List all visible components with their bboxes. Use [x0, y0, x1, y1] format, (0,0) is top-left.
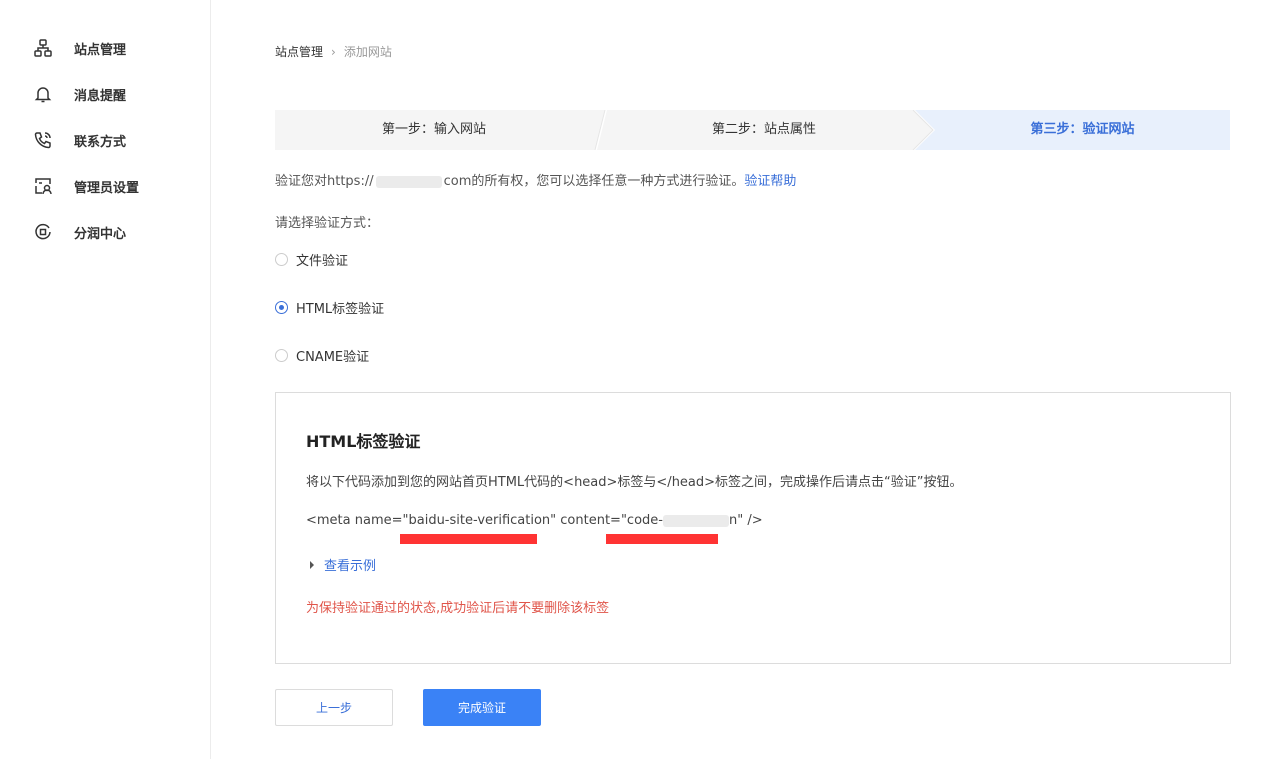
code-prefix: <meta name="baidu-site-verification" con… [306, 513, 663, 528]
verification-panel: HTML标签验证 将以下代码添加到您的网站首页HTML代码的<head>标签与<… [275, 392, 1231, 664]
verification-help-link[interactable]: 验证帮助 [744, 174, 796, 189]
method-label: CNAME验证 [296, 350, 370, 365]
radio-button-selected[interactable] [275, 301, 288, 314]
admin-user-icon [32, 175, 54, 197]
masked-code [662, 514, 729, 527]
breadcrumb: 站点管理 › 添加网站 [275, 43, 392, 60]
caret-right-icon [310, 560, 314, 569]
main-content: 站点管理 › 添加网站 第一步：输入网站 第二步：站点属性 第三步：验证网站 验… [211, 0, 1279, 759]
sidebar-item-revenue-center[interactable]: 分润中心 [32, 220, 126, 244]
step-indicator: 第一步：输入网站 第二步：站点属性 第三步：验证网站 [275, 110, 1230, 150]
step-3-active: 第三步：验证网站 [1030, 122, 1135, 137]
description-prefix: 验证您对https:// [275, 174, 374, 189]
radio-button[interactable] [275, 253, 288, 266]
panel-title: HTML标签验证 [306, 432, 421, 451]
method-label: 文件验证 [296, 254, 349, 269]
sidebar-item-label: 站点管理 [74, 42, 127, 58]
breadcrumb-current: 添加网站 [343, 45, 392, 59]
complete-verification-button[interactable]: 完成验证 [423, 689, 541, 726]
view-example-link[interactable]: 查看示例 [324, 555, 376, 574]
ownership-description: 验证您对https:// com的所有权，您可以选择任意一种方式进行验证。验证帮助 [275, 170, 796, 189]
phone-icon [32, 129, 54, 151]
step-1: 第一步：输入网站 [381, 122, 486, 137]
method-label: HTML标签验证 [296, 302, 385, 317]
sidebar-item-label: 消息提醒 [74, 88, 127, 104]
breadcrumb-separator-icon: › [331, 44, 336, 59]
masked-domain [375, 175, 442, 188]
warning-text: 为保持验证通过的状态,成功验证后请不要删除该标签 [306, 601, 610, 616]
radio-button[interactable] [275, 349, 288, 362]
previous-step-button[interactable]: 上一步 [275, 689, 393, 726]
method-option-html-tag[interactable]: HTML标签验证 [275, 298, 384, 317]
choose-method-label: 请选择验证方式： [275, 216, 380, 231]
step-2: 第二步：站点属性 [711, 122, 816, 137]
sidebar-item-site-management[interactable]: 站点管理 [32, 36, 126, 60]
meta-tag-code[interactable]: <meta name="baidu-site-verification" con… [306, 513, 763, 528]
red-annotation-underline [606, 534, 718, 544]
sidebar-item-label: 联系方式 [74, 134, 127, 150]
sidebar-item-admin-settings[interactable]: 管理员设置 [32, 174, 139, 198]
code-suffix: n" /> [728, 513, 763, 528]
method-option-cname[interactable]: CNAME验证 [275, 346, 369, 365]
red-annotation-underline [400, 534, 537, 544]
sitemap-icon [32, 37, 54, 59]
sidebar-item-label: 分润中心 [74, 226, 127, 242]
breadcrumb-root[interactable]: 站点管理 [275, 43, 323, 60]
sidebar: 站点管理 消息提醒 联系方式 管理员设置 分润中心 [0, 0, 211, 759]
revenue-icon [32, 221, 54, 243]
sidebar-item-label: 管理员设置 [74, 180, 140, 196]
method-option-file[interactable]: 文件验证 [275, 250, 348, 269]
description-suffix: com的所有权，您可以选择任意一种方式进行验证。 [443, 174, 745, 189]
panel-instruction: 将以下代码添加到您的网站首页HTML代码的<head>标签与</head>标签之… [306, 475, 963, 490]
sidebar-item-contact[interactable]: 联系方式 [32, 128, 126, 152]
bell-icon [32, 83, 54, 105]
view-example-toggle[interactable]: 查看示例 [310, 555, 376, 574]
sidebar-item-notifications[interactable]: 消息提醒 [32, 82, 126, 106]
